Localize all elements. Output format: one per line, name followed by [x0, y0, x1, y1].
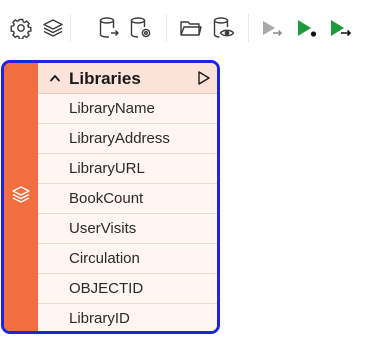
table-title: Libraries: [69, 69, 141, 88]
toolbar-separator: [70, 14, 71, 42]
run-all-icon[interactable]: [327, 13, 355, 43]
collapse-chevron-icon[interactable]: [49, 71, 61, 83]
gear-icon[interactable]: [7, 13, 35, 43]
table-header[interactable]: Libraries: [38, 63, 217, 94]
database-export-icon[interactable]: [95, 13, 123, 43]
database-view-icon[interactable]: [210, 13, 238, 43]
database-settings-icon[interactable]: [127, 13, 155, 43]
field-row[interactable]: OBJECTID: [38, 274, 217, 304]
folder-open-icon[interactable]: [177, 13, 205, 43]
field-row[interactable]: UserVisits: [38, 214, 217, 244]
run-disabled-icon[interactable]: [258, 13, 286, 43]
table-node-libraries[interactable]: Libraries LibraryName LibraryAddress Lib…: [1, 60, 220, 334]
toolbar-separator: [248, 14, 249, 42]
table-side-strip: [4, 63, 38, 331]
field-row[interactable]: BookCount: [38, 184, 217, 214]
toolbar: [0, 0, 372, 56]
field-row[interactable]: LibraryURL: [38, 154, 217, 184]
toolbar-separator: [166, 14, 167, 42]
field-row[interactable]: LibraryAddress: [38, 124, 217, 154]
layers-icon: [11, 185, 31, 210]
run-icon[interactable]: [293, 13, 321, 43]
play-outline-icon[interactable]: [197, 70, 211, 86]
field-list: LibraryName LibraryAddress LibraryURL Bo…: [38, 94, 217, 331]
field-row[interactable]: LibraryName: [38, 94, 217, 124]
field-row[interactable]: Circulation: [38, 244, 217, 274]
field-row[interactable]: LibraryID: [38, 304, 217, 331]
layers-icon[interactable]: [39, 13, 67, 43]
